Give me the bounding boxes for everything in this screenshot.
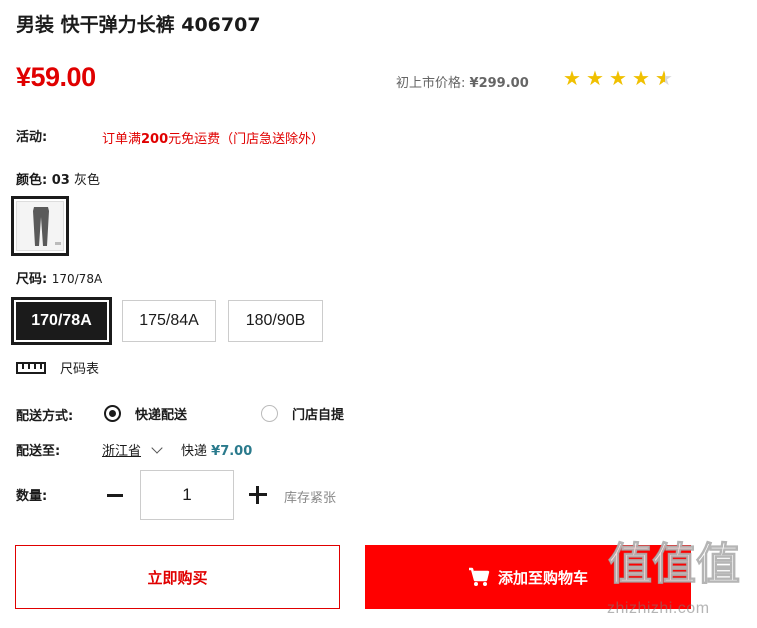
original-price: ¥299.00 bbox=[469, 76, 529, 91]
color-code: 03 bbox=[51, 173, 70, 188]
radio-unselected-icon[interactable] bbox=[261, 405, 278, 422]
delivery-option-label: 快递配送 bbox=[135, 408, 188, 423]
current-price: ¥59.00 bbox=[16, 62, 96, 92]
original-price-label: 初上市价格: bbox=[396, 76, 466, 91]
delivery-label: 配送方式: bbox=[16, 409, 74, 424]
color-label: 颜色: bbox=[16, 173, 48, 188]
delivery-option-store-pickup[interactable]: 门店自提 bbox=[261, 404, 344, 423]
size-option-180-90b[interactable]: 180/90B bbox=[228, 300, 323, 342]
star-icon: ★ bbox=[632, 66, 650, 90]
color-swatch-gray[interactable] bbox=[11, 196, 69, 256]
add-to-cart-label: 添加至购物车 bbox=[497, 568, 588, 587]
color-row: 颜色: 03 灰色 bbox=[16, 169, 100, 188]
delivery-option-express[interactable]: 快递配送 bbox=[104, 404, 187, 423]
watermark-glyphs: 值值值 bbox=[608, 539, 741, 590]
size-selected-value: 170/78A bbox=[51, 272, 103, 286]
half-star-icon: ★ ★ bbox=[655, 66, 673, 90]
size-chart-label: 尺码表 bbox=[60, 362, 100, 377]
quantity-increase-button[interactable] bbox=[248, 485, 268, 505]
delivery-option-label: 门店自提 bbox=[292, 408, 345, 423]
color-value: 03 灰色 bbox=[52, 173, 100, 188]
quantity-label: 数量: bbox=[16, 489, 48, 504]
promo-amount: 200 bbox=[141, 132, 169, 147]
region-value[interactable]: 浙江省 bbox=[102, 440, 141, 459]
shipping-fee: ¥7.00 bbox=[211, 444, 253, 459]
radio-selected-icon[interactable] bbox=[104, 405, 121, 422]
quantity-input[interactable] bbox=[140, 470, 234, 520]
ruler-icon bbox=[16, 361, 46, 374]
stock-status: 库存紧张 bbox=[284, 491, 337, 506]
quantity-decrease-button[interactable] bbox=[104, 485, 126, 505]
product-title: 男装 快干弹力长裤 406707 bbox=[16, 14, 261, 36]
promo-label: 活动: bbox=[16, 130, 48, 145]
star-icon: ★ bbox=[609, 66, 627, 90]
watermark-logo: 值值值 zhizhizhi.com bbox=[604, 539, 757, 628]
size-option-175-84a[interactable]: 175/84A bbox=[122, 300, 216, 342]
promo-text-after: 元免运费（门店急送除外） bbox=[168, 132, 325, 147]
shipping-info: 快递 ¥7.00 bbox=[181, 440, 252, 459]
watermark-glyph-text: 值值值 bbox=[608, 539, 741, 590]
color-name: 灰色 bbox=[73, 173, 100, 188]
watermark-url: zhizhizhi.com bbox=[607, 600, 710, 617]
ship-to-label: 配送至: bbox=[16, 444, 61, 459]
size-row: 尺码: 170/78A bbox=[16, 268, 102, 287]
chevron-down-icon bbox=[151, 441, 163, 454]
buy-now-button[interactable]: 立即购买 bbox=[15, 545, 340, 609]
star-icon: ★ bbox=[586, 66, 604, 90]
pants-thumbnail bbox=[16, 201, 64, 251]
size-option-170-78a[interactable]: 170/78A bbox=[11, 297, 112, 345]
rating-stars: ★ ★ ★ ★ ★ ★ bbox=[563, 68, 675, 88]
cart-icon bbox=[468, 567, 490, 586]
size-label: 尺码: bbox=[16, 272, 48, 287]
promo-text: 订单满200元免运费（门店急送除外） bbox=[102, 128, 324, 147]
size-chart-link[interactable]: 尺码表 bbox=[16, 358, 99, 377]
shipping-method: 快递 bbox=[181, 444, 208, 459]
promo-text-before: 订单满 bbox=[102, 132, 142, 147]
region-selector[interactable]: 浙江省 bbox=[102, 440, 167, 459]
original-price-block: 初上市价格: ¥299.00 bbox=[396, 72, 529, 91]
star-icon: ★ bbox=[563, 66, 581, 90]
buy-now-label: 立即购买 bbox=[147, 568, 208, 587]
